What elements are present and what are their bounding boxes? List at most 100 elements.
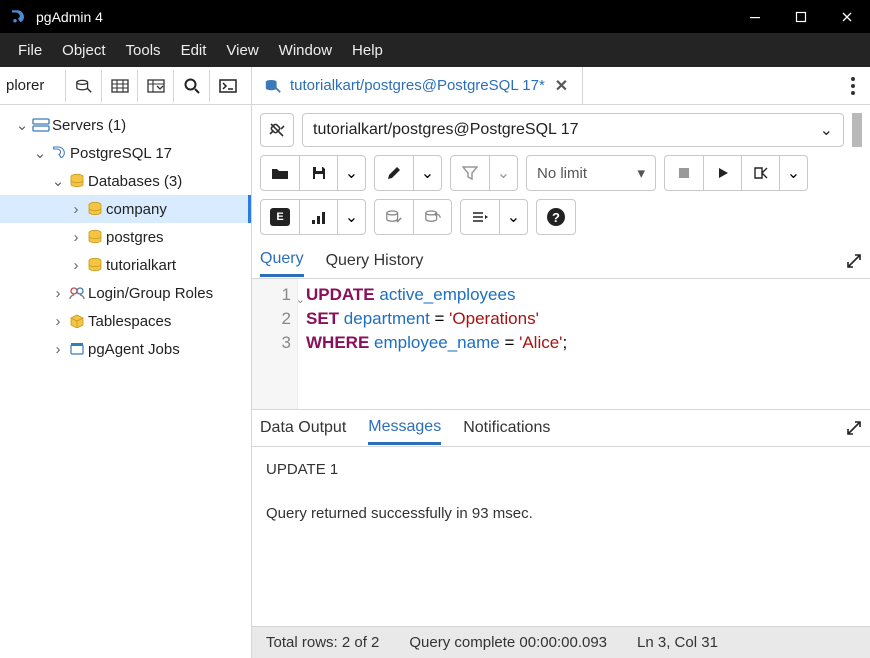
macros-button[interactable] [461,200,499,234]
expand-icon[interactable] [846,420,862,436]
tree-db-company[interactable]: › company [0,195,251,223]
window-maximize-button[interactable] [778,0,824,33]
status-bar: Total rows: 2 of 2 Query complete 00:00:… [252,626,870,658]
menu-tools[interactable]: Tools [116,38,171,63]
tree-servers[interactable]: ⌄ Servers (1) [0,111,251,139]
macros-dropdown[interactable]: ⌄ [499,200,527,234]
explain-options-button[interactable] [299,200,337,234]
tab-query-history[interactable]: Query History [326,246,424,276]
chevron-down-icon: ⌄ [820,120,833,140]
status-cursor-position: Ln 3, Col 31 [637,634,718,651]
edit-dropdown[interactable]: ⌄ [413,156,441,190]
chevron-right-icon[interactable]: › [68,229,84,246]
explain-button[interactable] [741,156,779,190]
tab-data-output[interactable]: Data Output [260,413,346,443]
chevron-right-icon[interactable]: › [50,341,66,358]
menu-help[interactable]: Help [342,38,393,63]
fold-icon[interactable]: ⌄ [296,288,305,312]
close-tab-icon[interactable]: ✕ [553,76,570,96]
kebab-menu-icon[interactable] [836,67,870,104]
help-button[interactable]: ? [537,200,575,234]
chevron-down-icon: ⌄ [497,163,510,183]
sidebar-view-data-icon[interactable] [101,70,137,102]
chevron-down-icon: ⌄ [345,163,358,183]
messages-line: UPDATE 1 [266,459,856,481]
editor-gutter: 1⌄ 2 3 [252,279,298,409]
commit-button[interactable] [375,200,413,234]
login-roles-icon [66,286,88,300]
menu-window[interactable]: Window [269,38,342,63]
database-icon [84,229,106,245]
sidebar-search-icon[interactable] [173,70,209,102]
elephant-icon [48,145,70,161]
chevron-down-icon: ⌄ [787,163,800,183]
tab-notifications[interactable]: Notifications [463,413,550,443]
status-total-rows: Total rows: 2 of 2 [266,634,379,651]
svg-text:?: ? [552,210,560,225]
explain-options-dropdown[interactable]: ⌄ [337,200,365,234]
tab-messages[interactable]: Messages [368,412,441,445]
chevron-down-icon: ⌄ [345,207,358,227]
tree-label: Databases (3) [88,173,182,190]
chevron-down-icon: ⌄ [507,207,520,227]
database-icon [84,257,106,273]
menu-object[interactable]: Object [52,38,115,63]
expand-icon[interactable] [846,253,862,269]
database-icon [66,173,88,189]
save-dropdown[interactable]: ⌄ [337,156,365,190]
tab-query[interactable]: Query [260,244,304,277]
rollback-button[interactable] [413,200,451,234]
window-minimize-button[interactable] [732,0,778,33]
tree-label: Tablespaces [88,313,171,330]
panel-divider[interactable] [852,113,862,147]
filter-button[interactable] [451,156,489,190]
sidebar-title: plorer [6,77,50,94]
menu-edit[interactable]: Edit [171,38,217,63]
connection-select[interactable]: tutorialkart/postgres@PostgreSQL 17 ⌄ [302,113,844,147]
execute-dropdown[interactable]: ⌄ [779,156,807,190]
servers-icon [30,118,52,132]
tree-label: tutorialkart [106,257,176,274]
menu-file[interactable]: File [8,38,52,63]
sql-editor[interactable]: 1⌄ 2 3 UPDATE active_employees SET depar… [252,279,870,409]
menu-view[interactable]: View [216,38,268,63]
pgagent-icon [66,342,88,356]
messages-output: UPDATE 1 Query returned successfully in … [252,447,870,626]
filter-dropdown[interactable]: ⌄ [489,156,517,190]
chevron-right-icon[interactable]: › [68,257,84,274]
chevron-down-icon[interactable]: ⌄ [32,144,48,162]
chevron-down-icon[interactable]: ⌄ [50,172,66,190]
tree-pgagent-jobs[interactable]: › pgAgent Jobs [0,335,251,363]
chevron-right-icon[interactable]: › [50,313,66,330]
window-close-button[interactable] [824,0,870,33]
stop-button[interactable] [665,156,703,190]
tree-postgresql17[interactable]: ⌄ PostgreSQL 17 [0,139,251,167]
editor-code[interactable]: UPDATE active_employees SET department =… [298,279,575,409]
chevron-down-icon[interactable]: ⌄ [14,116,30,134]
sidebar-filter-rows-icon[interactable] [137,70,173,102]
open-file-button[interactable] [261,156,299,190]
status-query-complete: Query complete 00:00:00.093 [409,634,607,651]
tree-tablespaces[interactable]: › Tablespaces [0,307,251,335]
editor-tab-label: tutorialkart/postgres@PostgreSQL 17* [290,77,545,94]
sidebar-query-tool-icon[interactable] [65,70,101,102]
limit-select[interactable]: No limit ▾ [526,155,656,191]
connection-status-button[interactable] [260,113,294,147]
app-icon [8,7,28,27]
sidebar-psql-icon[interactable] [209,70,245,102]
tree-databases[interactable]: ⌄ Databases (3) [0,167,251,195]
tree-db-tutorialkart[interactable]: › tutorialkart [0,251,251,279]
tree-db-postgres[interactable]: › postgres [0,223,251,251]
chevron-right-icon[interactable]: › [68,201,84,218]
explain-analyze-button[interactable]: E [261,200,299,234]
execute-button[interactable] [703,156,741,190]
editor-tab[interactable]: tutorialkart/postgres@PostgreSQL 17* ✕ [252,67,583,104]
chevron-right-icon[interactable]: › [50,285,66,302]
save-button[interactable] [299,156,337,190]
tree-login-roles[interactable]: › Login/Group Roles [0,279,251,307]
edit-button[interactable] [375,156,413,190]
object-explorer-tree[interactable]: ⌄ Servers (1) ⌄ PostgreSQL 17 ⌄ Database… [0,105,251,658]
tablespaces-icon [66,314,88,328]
menu-bar: File Object Tools Edit View Window Help [0,33,870,67]
tree-label: company [106,201,167,218]
